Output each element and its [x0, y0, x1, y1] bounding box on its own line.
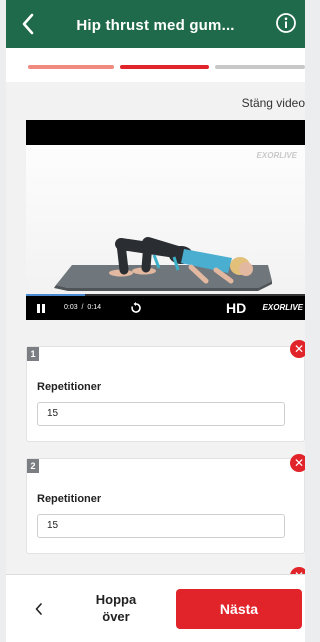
close-icon: ✕ [293, 456, 305, 470]
set-card: 2 Repetitioner 15 [26, 458, 305, 554]
chevron-left-icon [35, 603, 42, 615]
phone-screen: Hip thrust med gum... Stäng video EXORLI… [6, 0, 305, 642]
video-scrubber[interactable] [26, 294, 305, 296]
page-title: Hip thrust med gum... [76, 16, 235, 34]
previous-button[interactable] [32, 599, 46, 619]
remove-set-button[interactable]: ✕ [290, 340, 305, 358]
close-icon: ✕ [293, 342, 305, 356]
video-time-separator: / [81, 304, 84, 311]
set-number-badge: 2 [27, 459, 39, 473]
bottom-navigation: Hoppa över Nästa [6, 574, 305, 642]
back-button[interactable] [16, 10, 40, 38]
exercise-illustration [54, 237, 272, 291]
progress-segment-upcoming [215, 65, 305, 69]
close-video-link[interactable]: Stäng video [242, 96, 305, 110]
skip-button[interactable]: Hoppa över [86, 591, 146, 625]
skip-label-line1: Hoppa [95, 592, 137, 607]
repetitions-label: Repetitioner [37, 381, 102, 393]
remove-set-button[interactable]: ✕ [290, 454, 305, 472]
set-number-badge: 1 [27, 347, 39, 361]
next-button[interactable]: Nästa [176, 589, 302, 629]
app-header: Hip thrust med gum... [6, 0, 305, 48]
progress-segment-completed [28, 65, 114, 69]
pause-icon[interactable] [37, 304, 45, 313]
info-button[interactable] [275, 12, 297, 34]
progress-segment-current [120, 65, 209, 69]
chevron-left-icon [22, 13, 34, 35]
exercise-content[interactable]: Stäng video EXORLIVE 0:03 / 0:14 HD EXOR… [6, 82, 305, 585]
repetitions-input[interactable]: 15 [37, 402, 285, 426]
skip-label-line2: över [102, 609, 130, 624]
replay-icon [131, 302, 141, 313]
info-circle-icon [276, 13, 296, 33]
video-frame: EXORLIVE [26, 145, 305, 296]
hd-toggle[interactable]: HD [226, 300, 246, 316]
set-card: 1 Repetitioner 15 [26, 346, 305, 442]
replay-button[interactable] [130, 302, 142, 314]
video-controls: 0:03 / 0:14 HD EXORLIVE [26, 294, 305, 320]
exorlive-logo: EXORLIVE [262, 303, 303, 312]
video-scrubber-fill [26, 294, 85, 296]
repetitions-label: Repetitioner [37, 493, 102, 505]
video-time-current: 0:03 [64, 304, 78, 311]
exercise-progress [6, 48, 305, 82]
video-time: 0:03 / 0:14 [64, 304, 101, 311]
repetitions-input[interactable]: 15 [37, 514, 285, 538]
exercise-video-player[interactable]: EXORLIVE 0:03 / 0:14 HD EXORLIVE [26, 120, 305, 320]
video-time-total: 0:14 [87, 304, 101, 311]
